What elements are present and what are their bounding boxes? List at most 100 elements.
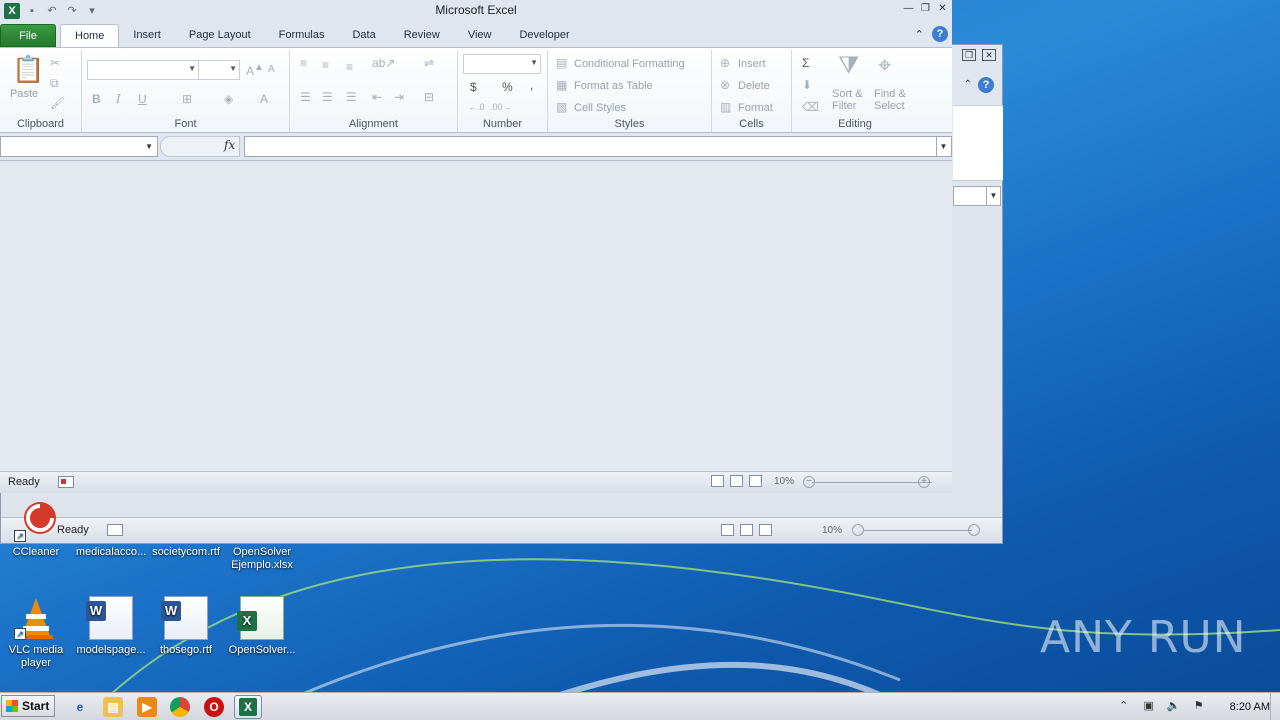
tab-formulas[interactable]: Formulas xyxy=(265,24,339,47)
desktop-icon-medicalacco[interactable]: medicalacco... xyxy=(71,498,151,559)
find-select-label-2[interactable]: Select xyxy=(874,100,905,112)
collapse-ribbon-icon[interactable]: ⌃ xyxy=(964,79,972,90)
desktop-icon-vlc[interactable]: ↗ VLC media player xyxy=(0,596,76,670)
desktop-icon-thosego[interactable]: thosego.rtf xyxy=(146,596,226,657)
sort-filter-icon[interactable]: ⧩ xyxy=(838,52,859,80)
page-break-view-icon[interactable] xyxy=(759,524,772,536)
find-select-label-1[interactable]: Find & xyxy=(874,88,906,100)
autosum-button[interactable]: Σ xyxy=(802,56,809,70)
chevron-down-icon[interactable]: ▼ xyxy=(986,187,1000,205)
normal-view-icon[interactable] xyxy=(711,475,724,487)
chevron-down-icon[interactable]: ▼ xyxy=(145,142,153,151)
volume-icon[interactable]: 🔈 xyxy=(1166,699,1182,715)
tab-view[interactable]: View xyxy=(454,24,506,47)
wrap-text-icon[interactable]: ⇌ xyxy=(424,56,434,70)
shrink-font-icon[interactable]: A xyxy=(268,64,275,75)
fill-icon[interactable]: ⬇ xyxy=(802,78,812,92)
page-break-view-icon[interactable] xyxy=(749,475,762,487)
help-icon[interactable]: ? xyxy=(932,26,948,42)
chrome-icon[interactable] xyxy=(170,697,190,717)
back-window-formula-bar[interactable]: ▼ xyxy=(953,186,1001,206)
restore-icon[interactable]: ❐ xyxy=(918,2,933,16)
fill-color-icon[interactable]: ◈ xyxy=(224,92,233,106)
normal-view-icon[interactable] xyxy=(721,524,734,536)
zoom-in-icon[interactable] xyxy=(968,524,980,536)
redo-icon[interactable]: ↷ xyxy=(64,4,80,18)
collapse-ribbon-icon[interactable]: ⌃ xyxy=(915,28,924,41)
copy-icon[interactable]: ⧉ xyxy=(50,76,59,91)
orientation-icon[interactable]: ab↗ xyxy=(372,56,395,70)
desktop-icon-ccleaner[interactable]: ↗ CCleaner xyxy=(0,498,76,559)
desktop-icon-modelspage[interactable]: modelspage... xyxy=(71,596,151,657)
expand-formula-bar-icon[interactable]: ▼ xyxy=(936,137,950,156)
clear-icon[interactable]: ⌫ xyxy=(802,100,819,114)
zoom-slider[interactable] xyxy=(812,482,932,483)
undo-icon[interactable]: ↶ xyxy=(44,4,60,18)
save-icon[interactable]: ▪ xyxy=(24,4,40,18)
desktop-icon-opensolver-ejemplo[interactable]: OpenSolver Ejemplo.xlsx xyxy=(222,498,302,572)
zoom-level[interactable]: 10% xyxy=(774,476,794,487)
format-cells-button[interactable]: Format xyxy=(738,102,773,114)
grow-font-icon[interactable]: A▲ xyxy=(246,62,264,78)
page-layout-view-icon[interactable] xyxy=(730,475,743,487)
comma-button[interactable]: , xyxy=(530,78,533,92)
align-center-icon[interactable]: ☰ xyxy=(322,90,333,104)
font-size-combo[interactable]: ▼ xyxy=(198,60,240,80)
paste-button[interactable]: Paste xyxy=(10,88,38,100)
excel-logo-icon[interactable]: X xyxy=(4,3,20,19)
currency-button[interactable]: $ xyxy=(470,80,477,94)
file-explorer-icon[interactable]: ▤ xyxy=(103,697,123,717)
percent-button[interactable]: % xyxy=(502,80,513,94)
insert-cells-button[interactable]: Insert xyxy=(738,58,766,70)
tab-home[interactable]: Home xyxy=(60,24,120,47)
align-left-icon[interactable]: ☰ xyxy=(300,90,311,104)
restore-icon[interactable]: ❐ xyxy=(962,49,976,61)
help-icon[interactable]: ? xyxy=(978,77,994,93)
network-icon[interactable]: ▣ xyxy=(1141,699,1157,715)
show-desktop-button[interactable] xyxy=(1270,693,1280,720)
minimize-icon[interactable]: — xyxy=(901,2,916,16)
close-icon[interactable]: ✕ xyxy=(982,49,996,61)
macro-record-icon[interactable] xyxy=(58,476,74,488)
bottom-align-icon[interactable]: ≡ xyxy=(346,60,353,74)
number-format-combo[interactable]: ▼ xyxy=(463,54,541,74)
close-icon[interactable]: ✕ xyxy=(935,2,950,16)
page-layout-view-icon[interactable] xyxy=(740,524,753,536)
desktop-icon-opensolver[interactable]: OpenSolver... xyxy=(222,596,302,657)
zoom-in-icon[interactable]: + xyxy=(918,476,930,488)
insert-function-button[interactable]: fx xyxy=(224,138,235,152)
tab-page-layout[interactable]: Page Layout xyxy=(175,24,265,47)
zoom-out-icon[interactable] xyxy=(852,524,864,536)
action-center-flag-icon[interactable]: ⚑ xyxy=(1191,699,1207,715)
borders-icon[interactable]: ⊞ xyxy=(182,92,192,106)
clock[interactable]: 8:20 AM xyxy=(1230,701,1270,713)
decrease-indent-icon[interactable]: ⇤ xyxy=(372,90,382,104)
customize-toolbar-icon[interactable]: ▾ xyxy=(84,4,100,18)
conditional-formatting-button[interactable]: Conditional Formatting xyxy=(574,58,685,70)
excel-window[interactable]: X ▪ ↶ ↷ ▾ Microsoft Excel — ❐ ✕ File Hom… xyxy=(0,0,952,493)
tab-data[interactable]: Data xyxy=(338,24,389,47)
italic-button[interactable]: I xyxy=(116,92,121,106)
tab-review[interactable]: Review xyxy=(390,24,454,47)
desktop-icon-societycom[interactable]: societycom.rtf xyxy=(146,498,226,559)
tab-file[interactable]: File xyxy=(0,24,56,47)
cell-styles-button[interactable]: Cell Styles xyxy=(574,102,626,114)
underline-button[interactable]: U xyxy=(138,92,147,106)
media-player-icon[interactable]: ▶ xyxy=(137,697,157,717)
font-name-combo[interactable]: ▼ xyxy=(87,60,199,80)
opera-icon[interactable]: O xyxy=(204,697,224,717)
start-button[interactable]: Start xyxy=(1,695,55,717)
internet-explorer-icon[interactable]: e xyxy=(70,697,90,717)
format-as-table-button[interactable]: Format as Table xyxy=(574,80,653,92)
font-color-icon[interactable]: A xyxy=(260,92,268,106)
binoculars-icon[interactable]: ⌖ xyxy=(878,52,892,80)
top-align-icon[interactable]: ≡ xyxy=(300,56,307,70)
show-hidden-icons-icon[interactable]: ⌃ xyxy=(1116,699,1132,715)
sort-filter-label-1[interactable]: Sort & xyxy=(832,88,863,100)
sort-filter-label-2[interactable]: Filter xyxy=(832,100,856,112)
decrease-decimal-icon[interactable]: .00→ xyxy=(490,102,512,112)
name-box[interactable]: ▼ xyxy=(0,136,158,157)
merge-center-icon[interactable]: ⊟ xyxy=(424,90,434,104)
increase-indent-icon[interactable]: ⇥ xyxy=(394,90,404,104)
paste-icon[interactable]: 📋 xyxy=(12,54,44,85)
